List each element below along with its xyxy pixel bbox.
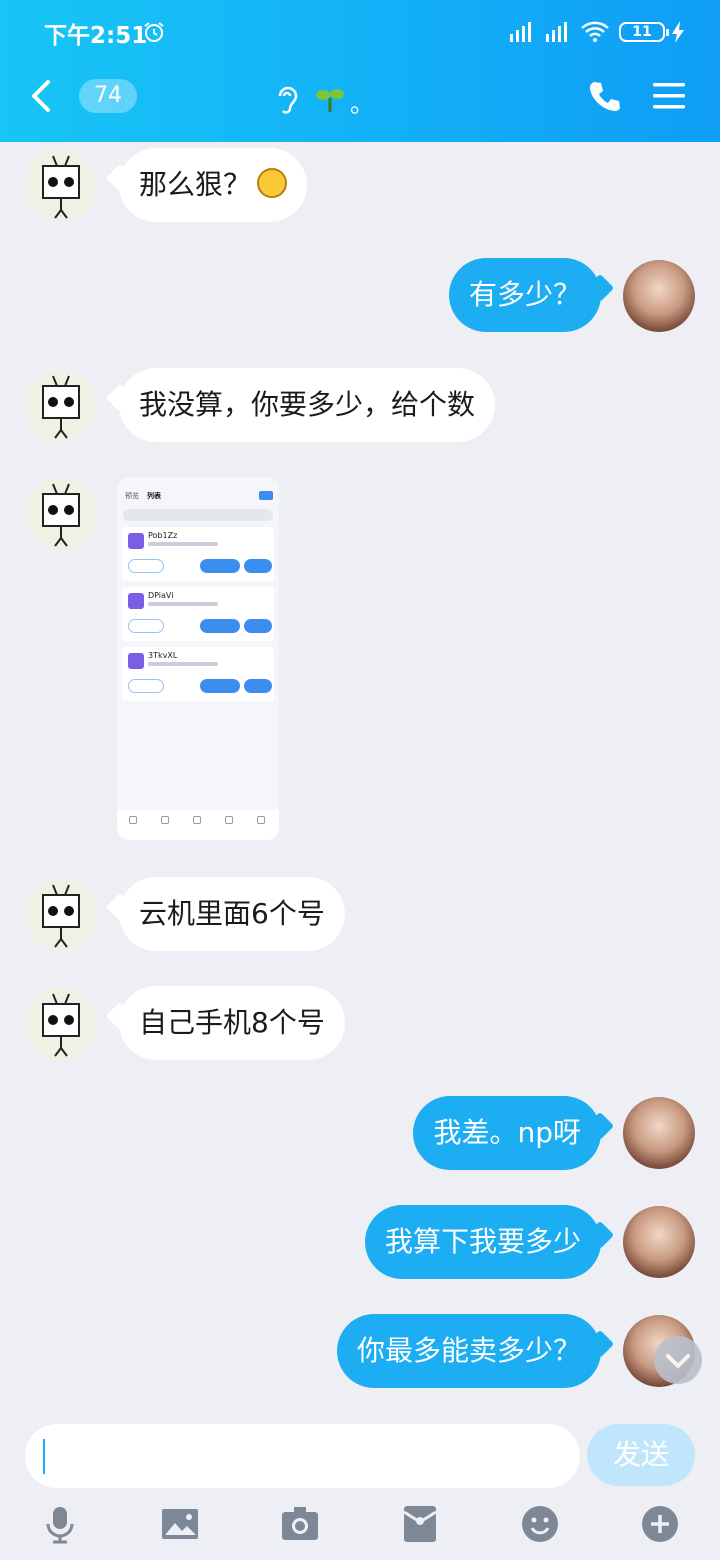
microphone-icon[interactable] [40,1504,80,1544]
thumbnail-tabs: 预览 列表 [117,487,279,505]
thumbnail-nav-icon [225,816,233,824]
alarm-icon [144,22,164,42]
thumbnail-bottom-nav [117,810,279,840]
unread-count-badge[interactable]: 74 [79,79,137,113]
thumbnail-app-icon [128,533,144,549]
shared-screenshot-image[interactable]: 预览 列表 Pob1Zz DPiaVi 3TkvXL [117,477,279,840]
message-bubble[interactable]: 自己手机8个号 [119,986,345,1060]
robot-avatar-icon [42,155,80,219]
thumbnail-card-btn [128,619,164,633]
thumbnail-nav-icon [129,816,137,824]
thumbnail-search [123,509,273,521]
robot-avatar-icon [42,993,80,1057]
thumbnail-card: Pob1Zz [122,527,274,581]
thumbnail-card-btn [244,619,272,633]
sprout-icon [316,89,344,112]
my-avatar[interactable] [623,1206,695,1278]
text-cursor [43,1439,45,1474]
thumbnail-card: 3TkvXL [122,647,274,701]
thumbnail-nav-icon [161,816,169,824]
ear-icon [278,86,298,114]
status-bar: 下午2:51 11 [0,0,720,64]
send-button[interactable]: 发送 [587,1424,695,1486]
thumbnail-card-sub [148,662,218,666]
camera-icon[interactable] [280,1504,320,1544]
message-bubble[interactable]: 我没算，你要多少，给个数 [119,368,496,442]
battery-indicator: 11 [619,22,669,42]
wifi-icon [581,21,609,42]
my-avatar[interactable] [623,260,695,332]
status-time: 下午2:51 [44,23,148,49]
contact-avatar[interactable] [25,879,97,951]
robot-avatar-icon [42,483,80,547]
chevron-down-icon [666,1354,690,1368]
message-text: 有多少？ [468,278,581,311]
thumbnail-card-btn [200,559,240,573]
thumbnail-tab: 预览 [125,492,139,500]
thumbnail-card-btn [200,679,240,693]
robot-avatar-icon [42,375,80,439]
message-list[interactable]: 那么狠？ 有多少？ 我没算，你要多少，给个数 预览 列表 Pob1Zz DPiaV… [0,142,720,1412]
message-bubble[interactable]: 我差。np呀 [413,1096,601,1170]
message-input[interactable] [25,1424,580,1488]
back-arrow-icon[interactable] [26,78,58,114]
message-text: 我算下我要多少 [384,1225,581,1258]
thumbnail-button [259,491,273,500]
emoji-icon[interactable] [520,1504,560,1544]
thumbnail-status-bar [117,477,279,487]
thumbnail-app-icon [128,653,144,669]
message-text: 自己手机8个号 [139,1006,325,1039]
menu-icon[interactable] [651,80,687,112]
thumbnail-card-name: 3TkvXL [148,651,178,660]
thumbnail-card-sub [148,602,218,606]
plus-icon[interactable] [640,1504,680,1544]
contact-avatar[interactable] [25,478,97,550]
signal-icon [546,22,567,42]
message-bubble[interactable]: 有多少？ [448,258,601,332]
message-bubble[interactable]: 云机里面6个号 [119,877,345,951]
my-avatar[interactable] [623,1097,695,1169]
thumbnail-card-btn [200,619,240,633]
thumbnail-nav-icon [193,816,201,824]
thumbnail-card-btn [128,559,164,573]
image-icon[interactable] [160,1504,200,1544]
signal-hd-icon [510,22,531,42]
contact-avatar[interactable] [25,370,97,442]
thumbnail-card-name: Pob1Zz [148,531,178,540]
thumbnail-app-icon [128,593,144,609]
thumbnail-card-btn [244,559,272,573]
chat-title: 。 [350,90,374,118]
chat-header: 下午2:51 11 74 。 [0,0,720,142]
message-text: 我差。np呀 [433,1116,581,1149]
message-text: 我没算，你要多少，给个数 [139,388,476,421]
scroll-to-bottom-button[interactable] [654,1336,702,1384]
composer-bar: 发送 [0,1412,720,1560]
message-bubble[interactable]: 我算下我要多少 [364,1205,601,1279]
message-text: 云机里面6个号 [139,897,325,930]
thumbnail-card: DPiaVi [122,587,274,641]
red-packet-icon[interactable] [400,1504,440,1544]
thumbnail-card-sub [148,542,218,546]
worried-emoji-icon [257,168,288,198]
thumbnail-nav-icon [257,816,265,824]
charging-icon [672,21,684,43]
phone-icon[interactable] [586,78,622,114]
robot-avatar-icon [42,884,80,948]
thumbnail-card-btn [244,679,272,693]
thumbnail-tab-active: 列表 [147,492,161,500]
message-bubble[interactable]: 你最多能卖多少？ [336,1314,601,1388]
message-text: 那么狠？ [139,168,252,201]
thumbnail-card-name: DPiaVi [148,591,174,600]
thumbnail-card-btn [128,679,164,693]
contact-avatar[interactable] [25,150,97,222]
contact-avatar[interactable] [25,988,97,1060]
message-bubble[interactable]: 那么狠？ [119,148,308,222]
message-text: 你最多能卖多少？ [356,1334,581,1367]
